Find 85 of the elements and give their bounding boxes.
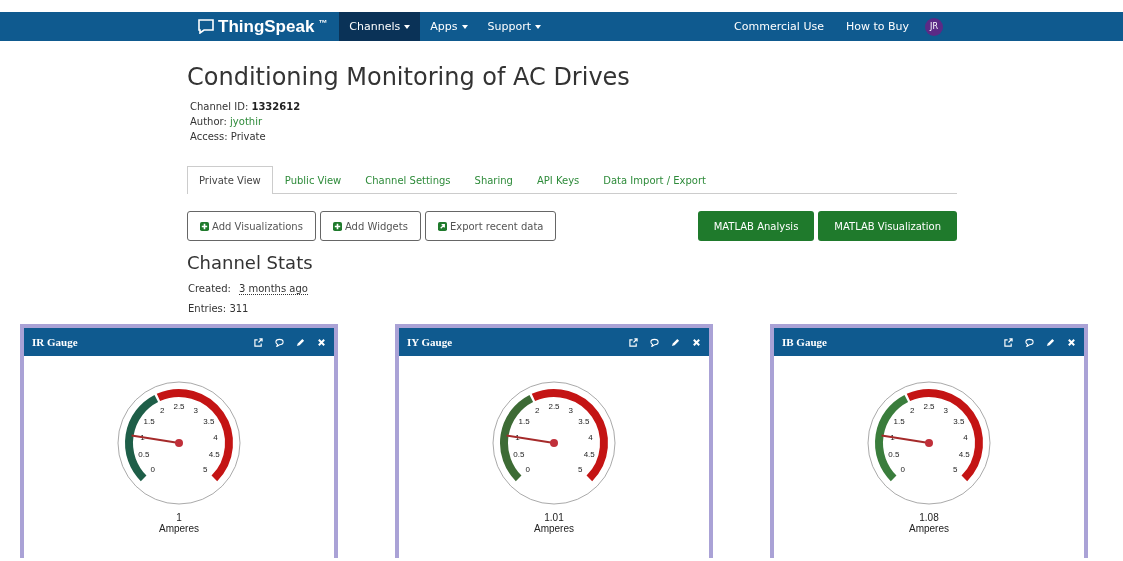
- export-icon: [437, 221, 447, 231]
- tab[interactable]: Sharing: [462, 166, 525, 194]
- tab[interactable]: Private View: [187, 166, 273, 194]
- external-link-icon[interactable]: [1004, 337, 1013, 347]
- tab[interactable]: Channel Settings: [353, 166, 463, 194]
- tick-label: 0.5: [513, 450, 525, 460]
- close-icon[interactable]: [317, 337, 326, 347]
- pencil-icon[interactable]: [671, 337, 680, 347]
- comment-icon[interactable]: [275, 337, 284, 347]
- pencil-icon[interactable]: [296, 337, 305, 347]
- plus-icon: [200, 221, 209, 231]
- widget-title: IB Gauge: [782, 336, 828, 348]
- action-button[interactable]: Export recent data: [424, 211, 557, 241]
- matlab-button[interactable]: MATLAB Visualization: [818, 211, 957, 241]
- gauge-unit: Amperes: [909, 523, 949, 534]
- nav-link[interactable]: How to Buy: [845, 20, 909, 33]
- tick-label: 4: [963, 433, 968, 443]
- gauge-needle: [130, 434, 183, 447]
- tick-label: 1.5: [893, 417, 905, 427]
- entries-count: Entries: 311: [187, 302, 250, 316]
- gauge-needle: [505, 434, 558, 447]
- tick-label: 1.5: [143, 417, 155, 427]
- external-link-icon[interactable]: [629, 337, 638, 347]
- section-heading: Channel Stats: [187, 252, 314, 273]
- tab[interactable]: Public View: [272, 166, 354, 194]
- channel-info-line: Author: jyothir: [190, 115, 264, 129]
- close-icon[interactable]: [1067, 337, 1076, 347]
- tick-label: 0.5: [888, 450, 900, 460]
- tab[interactable]: Data Import / Export: [591, 166, 718, 194]
- tick-label: 0: [525, 465, 531, 475]
- tick-label: 4.5: [583, 450, 595, 460]
- channel-info-line: Access: Private: [190, 130, 267, 144]
- created-value: 3 months ago: [238, 283, 308, 295]
- action-button[interactable]: Add Widgets: [319, 211, 421, 241]
- created-label: Created:: [188, 283, 231, 294]
- comment-icon[interactable]: [650, 337, 659, 347]
- tick-label: 4.5: [958, 450, 970, 460]
- tick-label: 4: [213, 433, 218, 443]
- gauge-needle: [880, 434, 933, 447]
- tick-label: 1.5: [518, 417, 530, 427]
- trademark: ™: [318, 18, 328, 28]
- tick-label: 4.5: [208, 450, 220, 460]
- nav-menu-item[interactable]: Support: [477, 12, 551, 41]
- tick-label: 5: [202, 465, 208, 475]
- tick-label: 0: [900, 465, 906, 475]
- tab[interactable]: API Keys: [524, 166, 592, 194]
- channel-info-line: Channel ID: 1332612: [190, 100, 302, 114]
- nav-link[interactable]: Commercial Use: [734, 20, 824, 33]
- external-link-icon[interactable]: [254, 337, 263, 347]
- tick-label: 0: [150, 465, 156, 475]
- widget-title: IR Gauge: [32, 336, 79, 348]
- gauge-value: 1.01: [544, 512, 564, 523]
- pencil-icon[interactable]: [1046, 337, 1055, 347]
- matlab-button[interactable]: MATLAB Analysis: [697, 211, 815, 241]
- plus-icon: [332, 221, 342, 231]
- tick-label: 3.5: [953, 417, 965, 427]
- chat-bubble-icon: [198, 19, 214, 34]
- nav-menu-item[interactable]: Apps: [420, 12, 478, 41]
- tick-label: 2: [160, 406, 165, 416]
- tick-label: 3.5: [203, 417, 215, 427]
- gauge-value: 1: [176, 512, 182, 523]
- tick-label: 2: [910, 406, 915, 416]
- tick-label: 2.5: [923, 402, 935, 411]
- widget-title: IY Gauge: [407, 336, 454, 348]
- nav-menu-item[interactable]: Channels: [339, 12, 421, 41]
- action-button[interactable]: Add Visualizations: [187, 211, 316, 241]
- tick-label: 2.5: [173, 402, 185, 411]
- user-avatar[interactable]: JR: [925, 17, 943, 36]
- gauge-unit: Amperes: [534, 523, 574, 534]
- page-title: Conditioning Monitoring of AC Drives: [187, 63, 631, 91]
- tick-label: 5: [577, 465, 583, 475]
- gauge-unit: Amperes: [159, 523, 199, 534]
- tick-label: 3.5: [578, 417, 590, 427]
- tick-label: 3: [943, 406, 948, 416]
- gauge-value: 1.08: [919, 512, 939, 523]
- close-icon[interactable]: [692, 337, 701, 347]
- tick-label: 2.5: [548, 402, 560, 411]
- tick-label: 2: [535, 406, 540, 416]
- tick-label: 5: [952, 465, 958, 475]
- comment-icon[interactable]: [1025, 337, 1034, 347]
- tick-label: 4: [588, 433, 593, 443]
- tick-label: 3: [568, 406, 573, 416]
- logo-text[interactable]: ThingSpeak: [218, 16, 315, 37]
- tick-label: 3: [193, 406, 198, 416]
- tick-label: 0.5: [138, 450, 150, 460]
